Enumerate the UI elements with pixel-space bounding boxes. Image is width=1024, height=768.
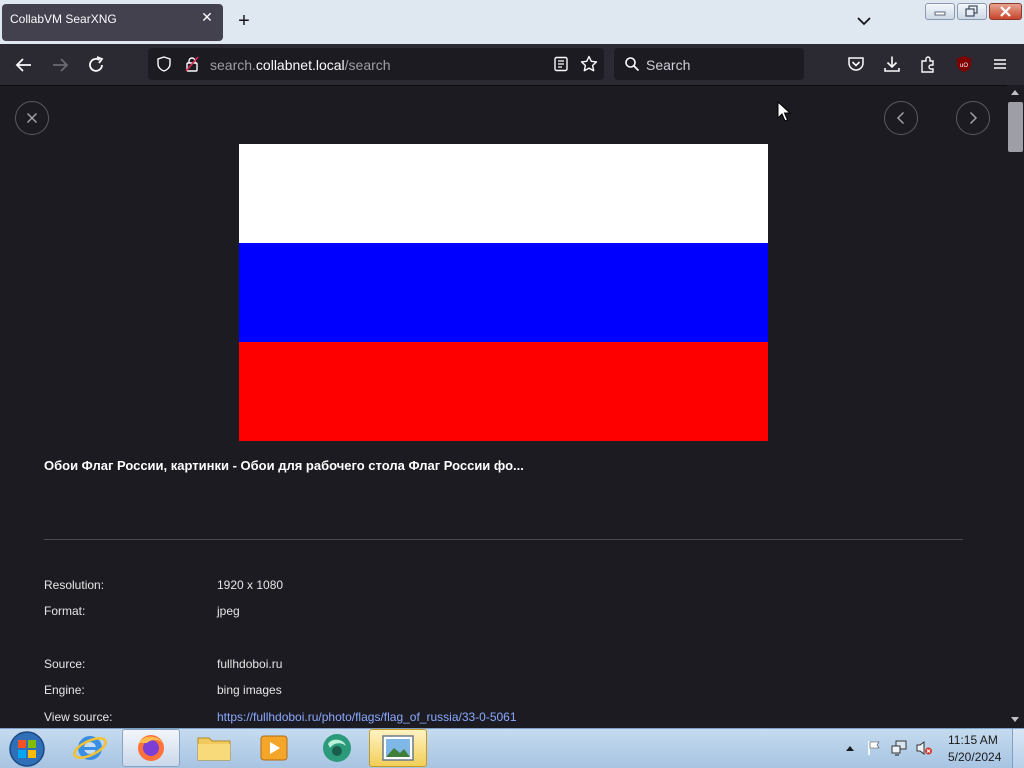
resolution-value: 1920 x 1080	[217, 578, 284, 592]
image-viewer-icon	[382, 735, 414, 761]
chevron-right-icon	[969, 111, 978, 125]
new-tab-icon[interactable]: +	[234, 11, 254, 31]
reader-view-icon[interactable]	[553, 56, 569, 72]
flag-stripe-blue	[239, 243, 768, 342]
format-label: Format:	[44, 604, 86, 618]
start-orb-icon[interactable]	[7, 730, 47, 768]
media-player-icon[interactable]	[256, 732, 292, 764]
firefox-icon	[138, 735, 164, 761]
resolution-label: Resolution:	[44, 578, 105, 592]
downloads-icon[interactable]	[883, 55, 901, 73]
flag-stripe-white	[239, 144, 768, 243]
format-value: jpeg	[217, 604, 240, 618]
tab-title: CollabVM SearXNG	[10, 12, 117, 26]
forward-arrow-icon[interactable]	[48, 53, 72, 77]
extensions-puzzle-icon[interactable]	[919, 55, 937, 73]
svg-text:uO: uO	[960, 63, 968, 69]
search-icon	[625, 57, 640, 72]
url-text[interactable]: search.collabnet.local/search	[210, 57, 391, 73]
close-icon	[26, 112, 38, 124]
clock-date[interactable]: 5/20/2024	[948, 750, 1001, 764]
show-hidden-icons-icon[interactable]	[845, 744, 855, 752]
scroll-down-arrow-icon[interactable]	[1010, 716, 1020, 724]
window-close-button[interactable]	[989, 3, 1022, 20]
divider	[44, 539, 963, 540]
hamburger-menu-icon[interactable]	[991, 55, 1009, 73]
show-desktop-button[interactable]	[1012, 729, 1024, 768]
flag-image[interactable]	[239, 144, 768, 441]
chevron-left-icon	[896, 111, 905, 125]
next-image-button[interactable]	[956, 101, 990, 135]
image-title: Обои Флаг России, картинки - Обои для ра…	[44, 458, 524, 473]
file-explorer-icon[interactable]	[195, 732, 233, 764]
source-label: Source:	[44, 657, 86, 671]
action-center-flag-icon[interactable]	[866, 740, 882, 756]
scroll-thumb[interactable]	[1008, 102, 1023, 152]
clock-time[interactable]: 11:15 AM	[948, 733, 998, 747]
engine-label: Engine:	[44, 683, 85, 697]
back-arrow-icon[interactable]	[12, 53, 36, 77]
search-bar[interactable]	[614, 48, 804, 80]
window-minimize-button[interactable]	[925, 3, 955, 20]
network-icon[interactable]	[891, 740, 909, 756]
tab-close-icon[interactable]: ✕	[199, 9, 215, 25]
flag-stripe-red	[239, 342, 768, 441]
tab-list-chevron-icon[interactable]	[855, 12, 873, 30]
page-scrollbar[interactable]	[1007, 85, 1024, 728]
previous-image-button[interactable]	[884, 101, 918, 135]
search-placeholder: Search	[646, 57, 691, 73]
collabvm-icon[interactable]	[318, 731, 356, 765]
pocket-icon[interactable]	[847, 55, 865, 73]
close-detail-button[interactable]	[15, 101, 49, 135]
ublock-origin-icon[interactable]: uO	[955, 55, 973, 73]
view-source-label: View source:	[44, 710, 113, 724]
source-value: fullhdoboi.ru	[217, 657, 283, 671]
internet-explorer-icon[interactable]	[70, 730, 110, 766]
view-source-link[interactable]: https://fullhdoboi.ru/photo/flags/flag_o…	[217, 710, 517, 724]
insecure-lock-icon[interactable]	[184, 56, 200, 72]
mouse-cursor-icon	[777, 101, 791, 122]
reload-icon[interactable]	[84, 53, 108, 77]
volume-muted-icon[interactable]	[915, 740, 933, 756]
bookmark-star-icon[interactable]	[580, 55, 598, 73]
window-restore-button[interactable]	[957, 3, 987, 20]
scroll-up-arrow-icon[interactable]	[1010, 88, 1020, 96]
engine-value: bing images	[217, 683, 282, 697]
shield-icon[interactable]	[156, 56, 172, 72]
